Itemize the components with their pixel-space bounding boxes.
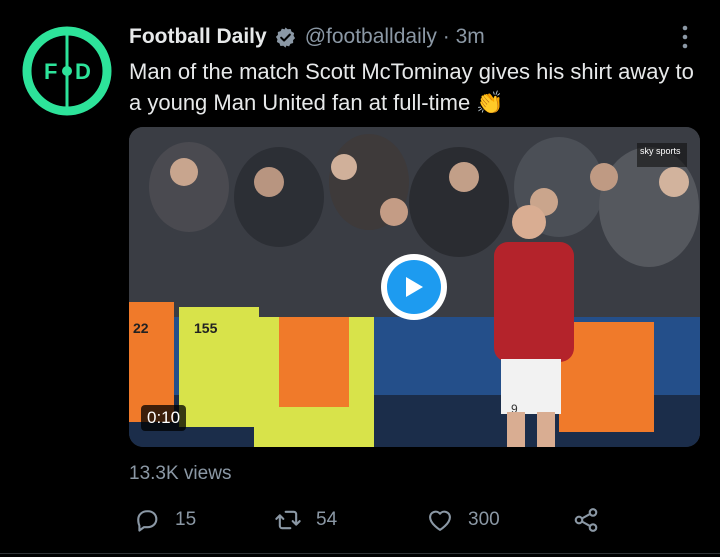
sky-sports-logo: sky sports <box>640 146 681 156</box>
logo-letter-f: F <box>44 59 57 84</box>
logo-letter-d: D <box>75 59 91 84</box>
steward-number-155: 155 <box>194 320 218 336</box>
share-button[interactable] <box>572 506 600 534</box>
avatar[interactable]: F D <box>22 26 112 116</box>
more-options-icon[interactable] <box>676 24 694 50</box>
like-count: 300 <box>468 509 500 530</box>
play-button[interactable] <box>381 254 447 320</box>
verified-badge-icon <box>275 26 295 48</box>
reply-button[interactable]: 15 <box>133 506 196 534</box>
reply-icon <box>137 510 158 532</box>
tweet-text: Man of the match Scott McTominay gives h… <box>129 59 694 115</box>
steward-number-22: 22 <box>133 320 149 336</box>
retweet-button[interactable]: 54 <box>274 506 337 534</box>
tweet-header: Football Daily @footballdaily · 3m <box>129 22 485 52</box>
handle-and-time[interactable]: @footballdaily · 3m <box>305 25 485 49</box>
play-icon <box>406 277 423 297</box>
reply-count: 15 <box>175 509 197 530</box>
view-count: 13.3K views <box>129 463 232 484</box>
like-button[interactable]: 300 <box>426 506 500 534</box>
heart-icon <box>429 510 451 531</box>
retweet-count: 54 <box>316 509 338 530</box>
video-duration: 0:10 <box>141 405 187 431</box>
divider <box>0 553 720 554</box>
display-name[interactable]: Football Daily <box>129 25 267 49</box>
share-icon <box>574 508 598 532</box>
football-daily-logo: F D <box>22 26 112 116</box>
play-button-inner <box>387 260 441 314</box>
retweet-icon <box>275 510 301 530</box>
video-player[interactable]: 155 22 9 sky sports 0:10 <box>129 127 700 447</box>
